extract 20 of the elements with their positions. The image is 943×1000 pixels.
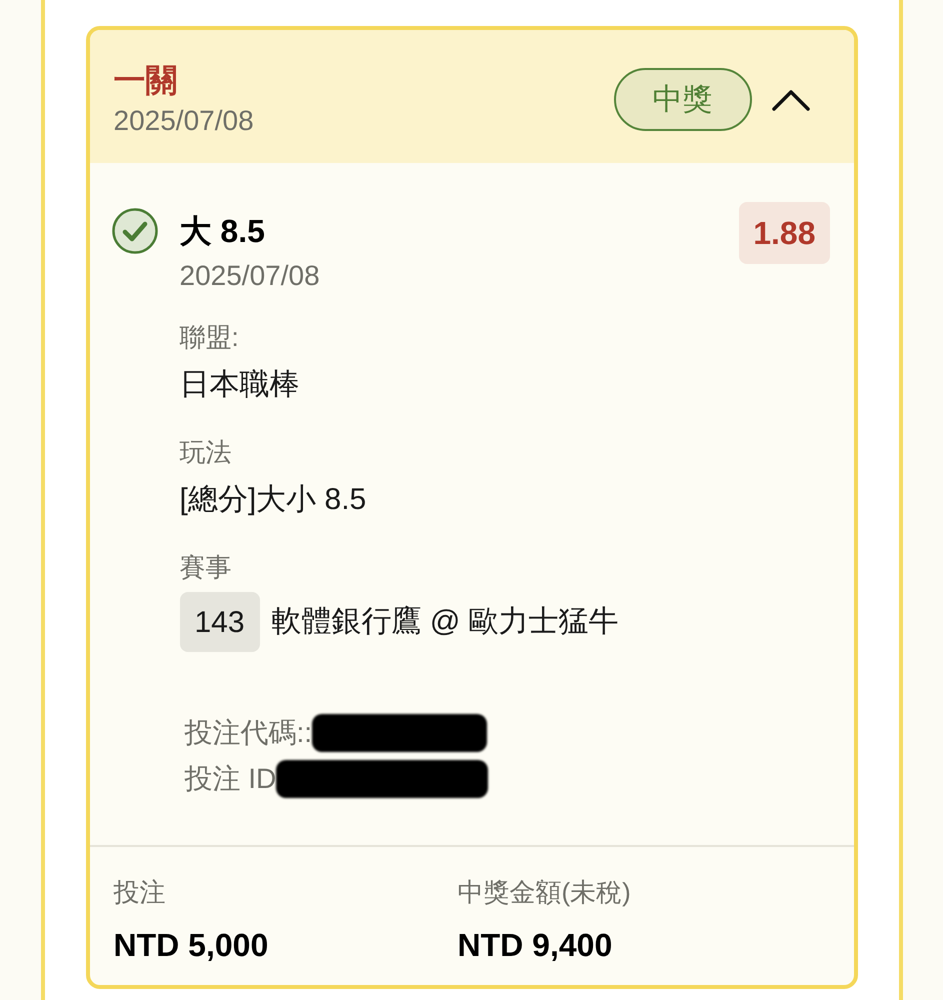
summary-amount: NTD 9,400: [458, 926, 612, 965]
field-label: 賽事: [180, 551, 232, 584]
summary-label: 中獎金額(未稅): [458, 876, 631, 909]
summary-label: 投注: [114, 876, 166, 909]
reference-label: 投注代碼::: [184, 716, 312, 750]
selection-date: 2025/07/08: [180, 259, 320, 293]
card-date: 2025/07/08: [114, 104, 254, 138]
field-label: 玩法: [180, 436, 232, 469]
match-number: 143: [180, 592, 260, 652]
odds-badge: 1.88: [739, 202, 830, 264]
summary-amount: NTD 5,000: [114, 926, 268, 965]
reference-label: 投注 ID: [184, 762, 276, 796]
selection-title: 大 8.5: [180, 212, 265, 250]
status-badge: 中獎: [614, 68, 752, 131]
match-teams: 軟體銀行鷹 @ 歐力士猛牛: [272, 604, 619, 640]
chevron-icon[interactable]: [772, 88, 810, 110]
card-title: 一關: [114, 61, 178, 99]
field-value: [總分]大小 8.5: [180, 482, 366, 518]
field-value: 日本職棒: [180, 367, 300, 403]
field-label: 聯盟:: [180, 321, 239, 354]
